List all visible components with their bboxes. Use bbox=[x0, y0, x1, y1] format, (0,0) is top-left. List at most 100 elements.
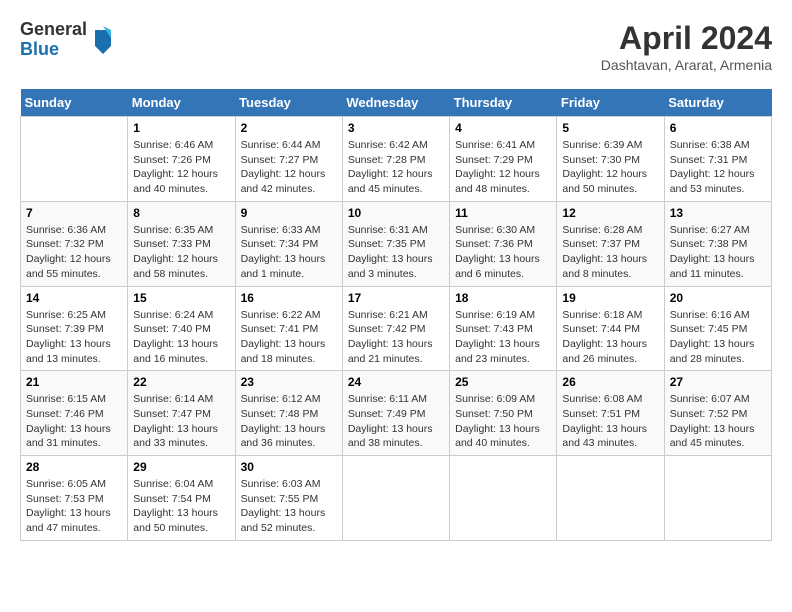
cell-info: Sunrise: 6:08 AMSunset: 7:51 PMDaylight:… bbox=[562, 392, 658, 451]
day-number: 10 bbox=[348, 206, 444, 220]
cell-info: Sunrise: 6:46 AMSunset: 7:26 PMDaylight:… bbox=[133, 138, 229, 197]
calendar-cell: 20 Sunrise: 6:16 AMSunset: 7:45 PMDayligh… bbox=[664, 286, 771, 371]
location: Dashtavan, Ararat, Armenia bbox=[601, 57, 772, 73]
calendar-cell: 18 Sunrise: 6:19 AMSunset: 7:43 PMDayligh… bbox=[450, 286, 557, 371]
calendar-body: 1 Sunrise: 6:46 AMSunset: 7:26 PMDaylight… bbox=[21, 117, 772, 541]
day-header-friday: Friday bbox=[557, 89, 664, 117]
day-number: 17 bbox=[348, 291, 444, 305]
calendar-cell: 4 Sunrise: 6:41 AMSunset: 7:29 PMDaylight… bbox=[450, 117, 557, 202]
day-number: 22 bbox=[133, 375, 229, 389]
calendar-cell: 3 Sunrise: 6:42 AMSunset: 7:28 PMDaylight… bbox=[342, 117, 449, 202]
cell-info: Sunrise: 6:16 AMSunset: 7:45 PMDaylight:… bbox=[670, 308, 766, 367]
calendar-cell: 24 Sunrise: 6:11 AMSunset: 7:49 PMDayligh… bbox=[342, 371, 449, 456]
logo-text: General Blue bbox=[20, 20, 87, 60]
cell-info: Sunrise: 6:41 AMSunset: 7:29 PMDaylight:… bbox=[455, 138, 551, 197]
calendar-cell bbox=[21, 117, 128, 202]
logo-icon bbox=[91, 26, 115, 54]
cell-info: Sunrise: 6:38 AMSunset: 7:31 PMDaylight:… bbox=[670, 138, 766, 197]
calendar-cell: 26 Sunrise: 6:08 AMSunset: 7:51 PMDayligh… bbox=[557, 371, 664, 456]
calendar-cell bbox=[557, 456, 664, 541]
calendar-cell: 30 Sunrise: 6:03 AMSunset: 7:55 PMDayligh… bbox=[235, 456, 342, 541]
cell-info: Sunrise: 6:07 AMSunset: 7:52 PMDaylight:… bbox=[670, 392, 766, 451]
logo-blue: Blue bbox=[20, 40, 87, 60]
day-number: 12 bbox=[562, 206, 658, 220]
calendar-cell: 25 Sunrise: 6:09 AMSunset: 7:50 PMDayligh… bbox=[450, 371, 557, 456]
cell-info: Sunrise: 6:12 AMSunset: 7:48 PMDaylight:… bbox=[241, 392, 337, 451]
day-number: 27 bbox=[670, 375, 766, 389]
calendar-cell: 16 Sunrise: 6:22 AMSunset: 7:41 PMDayligh… bbox=[235, 286, 342, 371]
day-number: 16 bbox=[241, 291, 337, 305]
calendar-cell: 17 Sunrise: 6:21 AMSunset: 7:42 PMDayligh… bbox=[342, 286, 449, 371]
calendar-cell: 27 Sunrise: 6:07 AMSunset: 7:52 PMDayligh… bbox=[664, 371, 771, 456]
day-number: 6 bbox=[670, 121, 766, 135]
calendar-cell bbox=[450, 456, 557, 541]
cell-info: Sunrise: 6:39 AMSunset: 7:30 PMDaylight:… bbox=[562, 138, 658, 197]
cell-info: Sunrise: 6:42 AMSunset: 7:28 PMDaylight:… bbox=[348, 138, 444, 197]
calendar-cell: 22Sunrise: 6:14 AMSunset: 7:47 PMDayligh… bbox=[128, 371, 235, 456]
day-header-sunday: Sunday bbox=[21, 89, 128, 117]
day-number: 25 bbox=[455, 375, 551, 389]
day-number: 23 bbox=[241, 375, 337, 389]
calendar-cell: 5 Sunrise: 6:39 AMSunset: 7:30 PMDaylight… bbox=[557, 117, 664, 202]
calendar-header-row: SundayMondayTuesdayWednesdayThursdayFrid… bbox=[21, 89, 772, 117]
calendar-cell: 15 Sunrise: 6:24 AMSunset: 7:40 PMDayligh… bbox=[128, 286, 235, 371]
day-number: 5 bbox=[562, 121, 658, 135]
day-number: 26 bbox=[562, 375, 658, 389]
day-number: 28 bbox=[26, 460, 122, 474]
day-number: 18 bbox=[455, 291, 551, 305]
calendar-cell: 7 Sunrise: 6:36 AMSunset: 7:32 PMDaylight… bbox=[21, 201, 128, 286]
month-title: April 2024 bbox=[601, 20, 772, 57]
day-number: 15 bbox=[133, 291, 229, 305]
day-header-saturday: Saturday bbox=[664, 89, 771, 117]
calendar-cell: 1 Sunrise: 6:46 AMSunset: 7:26 PMDaylight… bbox=[128, 117, 235, 202]
calendar-table: SundayMondayTuesdayWednesdayThursdayFrid… bbox=[20, 89, 772, 541]
cell-info: Sunrise: 6:30 AMSunset: 7:36 PMDaylight:… bbox=[455, 223, 551, 282]
calendar-cell: 14Sunrise: 6:25 AMSunset: 7:39 PMDayligh… bbox=[21, 286, 128, 371]
day-header-tuesday: Tuesday bbox=[235, 89, 342, 117]
day-number: 4 bbox=[455, 121, 551, 135]
calendar-cell: 13 Sunrise: 6:27 AMSunset: 7:38 PMDayligh… bbox=[664, 201, 771, 286]
calendar-week-row: 14Sunrise: 6:25 AMSunset: 7:39 PMDayligh… bbox=[21, 286, 772, 371]
cell-info: Sunrise: 6:22 AMSunset: 7:41 PMDaylight:… bbox=[241, 308, 337, 367]
logo-general: General bbox=[20, 20, 87, 40]
cell-info: Sunrise: 6:09 AMSunset: 7:50 PMDaylight:… bbox=[455, 392, 551, 451]
cell-info: Sunrise: 6:28 AMSunset: 7:37 PMDaylight:… bbox=[562, 223, 658, 282]
cell-info: Sunrise: 6:24 AMSunset: 7:40 PMDaylight:… bbox=[133, 308, 229, 367]
calendar-cell bbox=[664, 456, 771, 541]
day-number: 11 bbox=[455, 206, 551, 220]
calendar-cell: 21 Sunrise: 6:15 AMSunset: 7:46 PMDayligh… bbox=[21, 371, 128, 456]
day-number: 21 bbox=[26, 375, 122, 389]
calendar-cell bbox=[342, 456, 449, 541]
day-number: 20 bbox=[670, 291, 766, 305]
day-number: 29 bbox=[133, 460, 229, 474]
cell-info: Sunrise: 6:31 AMSunset: 7:35 PMDaylight:… bbox=[348, 223, 444, 282]
cell-info: Sunrise: 6:03 AMSunset: 7:55 PMDaylight:… bbox=[241, 477, 337, 536]
calendar-cell: 2Sunrise: 6:44 AMSunset: 7:27 PMDaylight… bbox=[235, 117, 342, 202]
calendar-cell: 9Sunrise: 6:33 AMSunset: 7:34 PMDaylight… bbox=[235, 201, 342, 286]
cell-info: Sunrise: 6:11 AMSunset: 7:49 PMDaylight:… bbox=[348, 392, 444, 451]
cell-info: Sunrise: 6:35 AMSunset: 7:33 PMDaylight:… bbox=[133, 223, 229, 282]
day-number: 2 bbox=[241, 121, 337, 135]
page-header: General Blue April 2024 Dashtavan, Arara… bbox=[20, 20, 772, 73]
cell-info: Sunrise: 6:27 AMSunset: 7:38 PMDaylight:… bbox=[670, 223, 766, 282]
cell-info: Sunrise: 6:18 AMSunset: 7:44 PMDaylight:… bbox=[562, 308, 658, 367]
calendar-week-row: 1 Sunrise: 6:46 AMSunset: 7:26 PMDaylight… bbox=[21, 117, 772, 202]
cell-info: Sunrise: 6:05 AMSunset: 7:53 PMDaylight:… bbox=[26, 477, 122, 536]
day-number: 3 bbox=[348, 121, 444, 135]
cell-info: Sunrise: 6:15 AMSunset: 7:46 PMDaylight:… bbox=[26, 392, 122, 451]
day-number: 8 bbox=[133, 206, 229, 220]
day-number: 30 bbox=[241, 460, 337, 474]
calendar-week-row: 28 Sunrise: 6:05 AMSunset: 7:53 PMDayligh… bbox=[21, 456, 772, 541]
day-number: 7 bbox=[26, 206, 122, 220]
cell-info: Sunrise: 6:36 AMSunset: 7:32 PMDaylight:… bbox=[26, 223, 122, 282]
day-number: 14 bbox=[26, 291, 122, 305]
day-number: 9 bbox=[241, 206, 337, 220]
calendar-cell: 6 Sunrise: 6:38 AMSunset: 7:31 PMDaylight… bbox=[664, 117, 771, 202]
cell-info: Sunrise: 6:21 AMSunset: 7:42 PMDaylight:… bbox=[348, 308, 444, 367]
day-number: 13 bbox=[670, 206, 766, 220]
cell-info: Sunrise: 6:19 AMSunset: 7:43 PMDaylight:… bbox=[455, 308, 551, 367]
day-number: 24 bbox=[348, 375, 444, 389]
calendar-cell: 8 Sunrise: 6:35 AMSunset: 7:33 PMDaylight… bbox=[128, 201, 235, 286]
day-header-thursday: Thursday bbox=[450, 89, 557, 117]
day-number: 1 bbox=[133, 121, 229, 135]
